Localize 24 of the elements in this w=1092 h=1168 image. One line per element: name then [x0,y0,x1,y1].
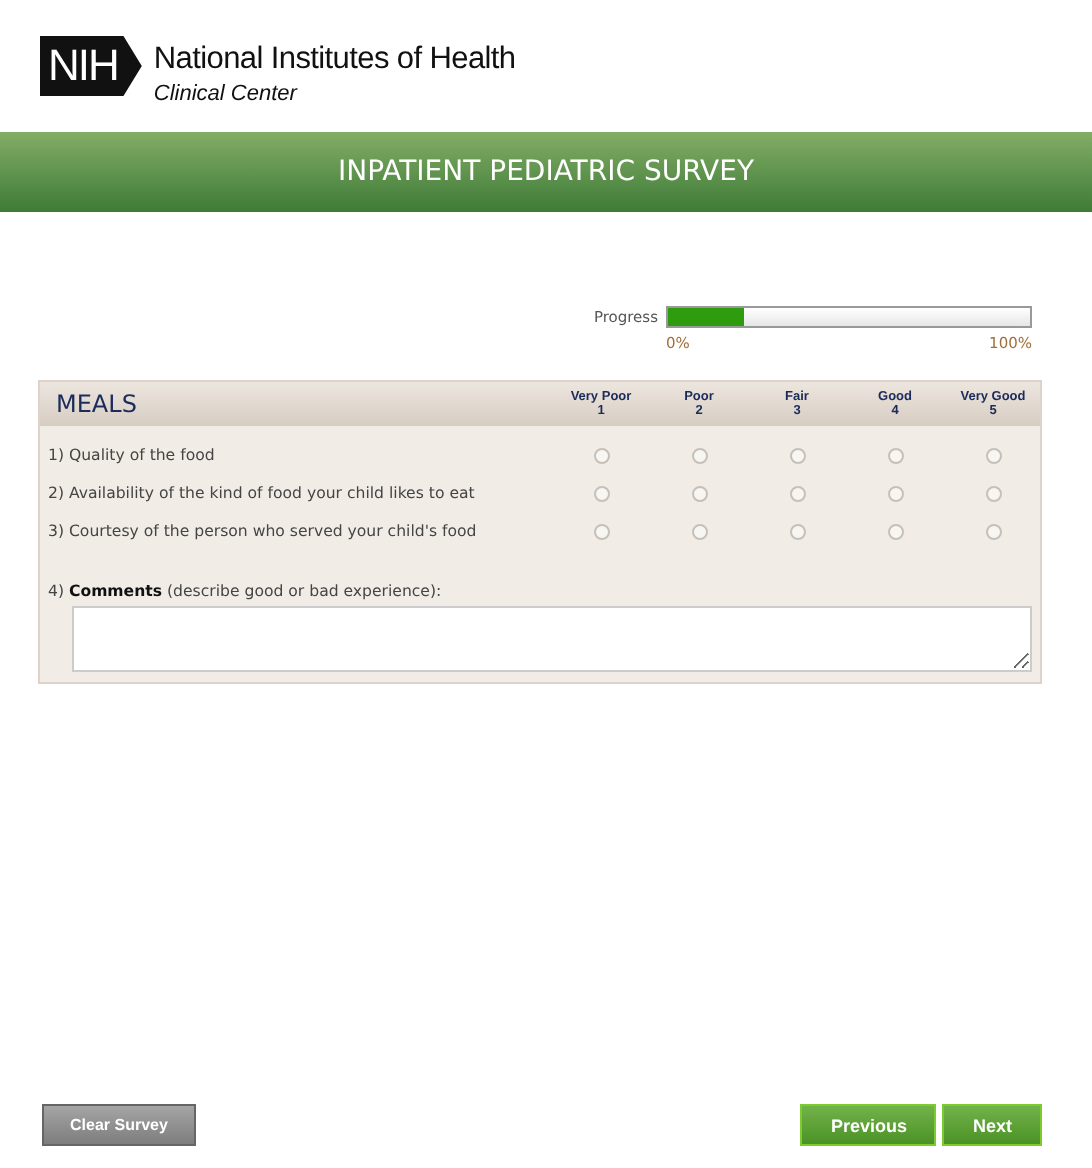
nav-button[interactable]: Previous [800,1104,937,1146]
radio-button[interactable] [691,523,707,539]
radio-button[interactable] [691,485,707,501]
radio-button[interactable] [985,447,1001,463]
radio-button[interactable] [789,523,805,539]
radio-button[interactable] [593,523,609,539]
section-title: MEALS [54,390,139,418]
clear-survey-button[interactable]: Clear Survey [42,1104,196,1146]
page-title: INPATIENT PEDIATRIC SURVEY [337,156,755,188]
logo-mark: NIH [40,36,142,96]
radio-button[interactable] [593,447,609,463]
radio-button[interactable] [887,447,903,463]
comments-field[interactable] [72,606,1032,672]
radio-button[interactable] [887,523,903,539]
radio-button[interactable] [789,485,805,501]
radio-button[interactable] [985,523,1001,539]
radio-button[interactable] [789,447,805,463]
radio-button[interactable] [691,447,707,463]
organization-name: National Institutes of Health [153,42,516,78]
nav-button[interactable]: Next [942,1104,1042,1146]
radio-button[interactable] [887,485,903,501]
radio-button[interactable] [593,485,609,501]
radio-button[interactable] [985,485,1001,501]
logo-subtitle: Clinical Center [153,82,300,106]
